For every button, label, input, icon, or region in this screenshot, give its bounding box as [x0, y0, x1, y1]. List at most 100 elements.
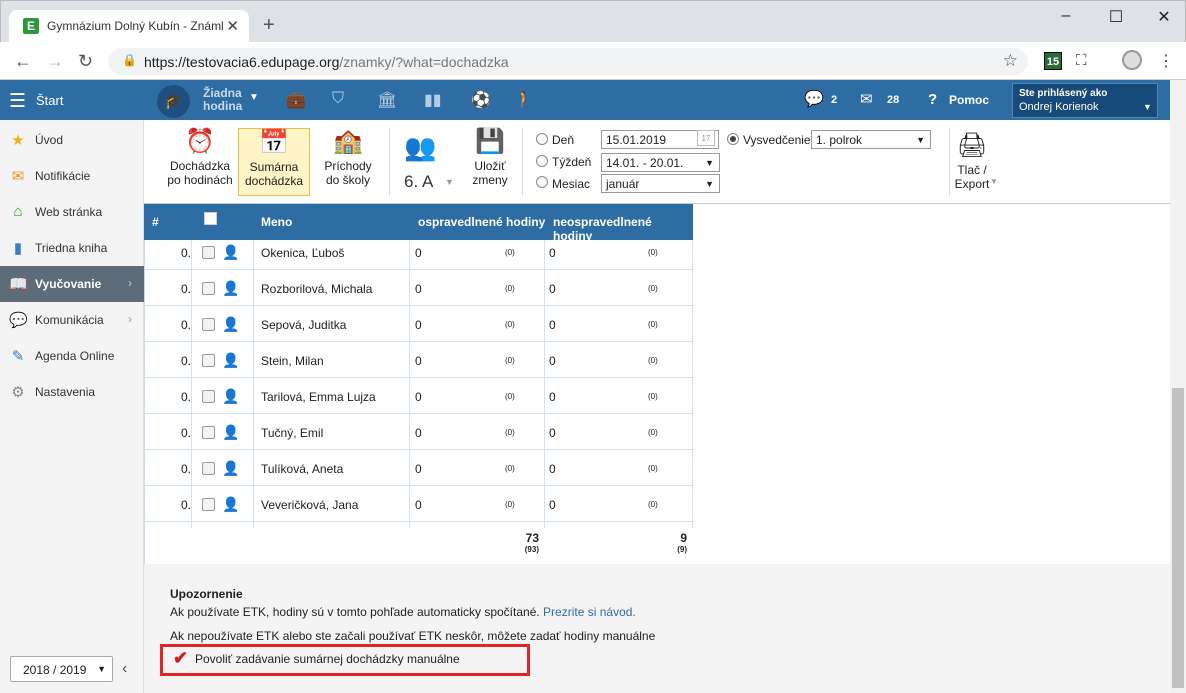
- row-checkbox[interactable]: [202, 498, 215, 511]
- excused-hours[interactable]: 0: [415, 318, 422, 332]
- browser-menu-icon[interactable]: ⋮: [1158, 51, 1174, 71]
- student-name[interactable]: Okenica, Ľuboš: [261, 246, 344, 260]
- radio-week[interactable]: [536, 155, 548, 167]
- report-period-select[interactable]: 1. polrok ▼: [811, 130, 931, 149]
- mail-count[interactable]: 28: [887, 94, 899, 106]
- bar-chart-icon[interactable]: ▮▮: [424, 90, 442, 110]
- radio-month-label[interactable]: Mesiac: [552, 177, 590, 191]
- row-checkbox[interactable]: [202, 282, 215, 295]
- excused-hours[interactable]: 0: [415, 462, 422, 476]
- window-close-icon[interactable]: ✕: [1149, 7, 1179, 27]
- help-link[interactable]: Pomoc: [949, 93, 989, 107]
- chat-bubbles-icon[interactable]: 💬: [804, 89, 824, 109]
- row-checkbox[interactable]: [202, 426, 215, 439]
- excused-hours[interactable]: 0: [415, 390, 422, 404]
- scrollbar-thumb[interactable]: [1172, 388, 1184, 688]
- messages-count[interactable]: 2: [831, 94, 837, 106]
- student-name[interactable]: Sepová, Juditka: [261, 318, 346, 332]
- manual-entry-checkbox-label[interactable]: Povoliť zadávanie sumárnej dochádzky man…: [195, 652, 460, 666]
- student-name[interactable]: Tulíková, Aneta: [261, 462, 343, 476]
- calendar-picker-icon[interactable]: 17: [697, 130, 715, 146]
- excused-hours[interactable]: 0: [415, 282, 422, 296]
- table-row[interactable]: 0. 👤 Tučný, Emil 0 (0) 0 (0): [145, 414, 694, 450]
- sidebar-item-agenda-online[interactable]: ✎ Agenda Online: [0, 338, 144, 374]
- unexcused-hours[interactable]: 0: [549, 498, 556, 512]
- sidebar-item-web-stranka[interactable]: ⌂ Web stránka: [0, 194, 144, 230]
- hiking-icon[interactable]: 🚶: [514, 90, 534, 110]
- hourly-attendance-button[interactable]: ⏰ Dochádzka po hodinách: [164, 128, 236, 196]
- chevron-down-icon[interactable]: ▼: [249, 92, 259, 103]
- radio-day-label[interactable]: Deň: [552, 133, 574, 147]
- row-checkbox[interactable]: [202, 246, 215, 259]
- table-row[interactable]: 0. 👤 Tarilová, Emma Lujza 0 (0) 0 (0): [145, 378, 694, 414]
- bank-icon[interactable]: 🏛: [377, 90, 397, 110]
- guide-link[interactable]: Prezrite si návod.: [543, 605, 636, 619]
- radio-month[interactable]: [536, 176, 548, 188]
- excused-hours[interactable]: 0: [415, 498, 422, 512]
- week-select[interactable]: 14.01. - 20.01. ▼: [601, 153, 720, 172]
- unexcused-hours[interactable]: 0: [549, 354, 556, 368]
- maximize-icon[interactable]: ☐: [1101, 7, 1131, 27]
- calendar-extension-icon[interactable]: 15: [1044, 52, 1062, 70]
- unexcused-hours[interactable]: 0: [549, 318, 556, 332]
- new-tab-icon[interactable]: +: [263, 14, 275, 37]
- row-checkbox[interactable]: [202, 354, 215, 367]
- unexcused-hours[interactable]: 0: [549, 426, 556, 440]
- summary-attendance-button[interactable]: 📅 Sumárna dochádzka: [238, 128, 310, 196]
- student-name[interactable]: Tučný, Emil: [261, 426, 323, 440]
- table-row[interactable]: 0. 👤 Veveričková, Jana 0 (0) 0 (0): [145, 486, 694, 522]
- column-header-excused[interactable]: ospravedlnené hodiny: [418, 215, 545, 229]
- shield-icon[interactable]: ⛉: [332, 90, 344, 108]
- profile-avatar-icon[interactable]: [1122, 50, 1142, 70]
- student-name[interactable]: Stein, Milan: [261, 354, 324, 368]
- school-year-select[interactable]: 2018 / 2019 ▼: [10, 656, 113, 682]
- start-link[interactable]: Štart: [36, 93, 63, 108]
- radio-week-label[interactable]: Týždeň: [552, 155, 591, 169]
- school-arrivals-button[interactable]: 🏫 Príchody do školy: [314, 128, 382, 196]
- hamburger-menu-icon[interactable]: ☰: [9, 90, 26, 113]
- extension-icon[interactable]: ⛶: [1076, 52, 1087, 69]
- column-header-name[interactable]: Meno: [261, 215, 292, 229]
- row-checkbox[interactable]: [202, 390, 215, 403]
- sidebar-item-nastavenia[interactable]: ⚙ Nastavenia: [0, 374, 144, 410]
- unexcused-hours[interactable]: 0: [549, 462, 556, 476]
- unexcused-hours[interactable]: 0: [549, 246, 556, 260]
- excused-hours[interactable]: 0: [415, 426, 422, 440]
- bookmark-star-icon[interactable]: ☆: [1003, 51, 1018, 71]
- minimize-icon[interactable]: –: [1051, 7, 1081, 25]
- student-name[interactable]: Veveričková, Jana: [261, 498, 358, 512]
- help-question-icon[interactable]: ?: [928, 91, 937, 108]
- tab-close-icon[interactable]: ✕: [226, 17, 239, 35]
- url-bar[interactable]: 🔒 https://testovacia6.edupage.org/znamky…: [108, 48, 1028, 75]
- back-icon[interactable]: ←: [14, 51, 32, 72]
- forward-icon[interactable]: →: [46, 51, 64, 72]
- briefcase-icon[interactable]: 💼: [286, 90, 306, 110]
- user-menu[interactable]: Ste prihlásený ako Ondrej Korienok ▼: [1012, 83, 1158, 118]
- table-row[interactable]: 0. 👤 Sepová, Juditka 0 (0) 0 (0): [145, 306, 694, 342]
- excused-hours[interactable]: 0: [415, 246, 422, 260]
- radio-report-card-label[interactable]: Vysvedčenie: [743, 133, 811, 147]
- row-checkbox[interactable]: [202, 462, 215, 475]
- class-selector[interactable]: 6. A: [404, 172, 433, 192]
- select-all-checkbox[interactable]: [204, 212, 217, 225]
- unexcused-hours[interactable]: 0: [549, 390, 556, 404]
- month-select[interactable]: január ▼: [601, 174, 720, 193]
- current-hour-selector[interactable]: Žiadna hodina: [203, 87, 242, 113]
- student-name[interactable]: Rozborilová, Michala: [261, 282, 372, 296]
- row-checkbox[interactable]: [202, 318, 215, 331]
- chevron-down-icon[interactable]: ▼: [990, 177, 998, 186]
- soccer-ball-icon[interactable]: ⚽: [471, 90, 491, 110]
- sidebar-item-vyucovanie[interactable]: 📖 Vyučovanie ›: [0, 266, 144, 302]
- mail-icon[interactable]: ✉: [860, 90, 873, 108]
- save-changes-button[interactable]: 💾 Uložiť zmeny: [464, 128, 516, 196]
- print-export-button[interactable]: 🖨 Tlač / Export: [944, 132, 1000, 200]
- excused-hours[interactable]: 0: [415, 354, 422, 368]
- table-row[interactable]: 0. 👤 Rozborilová, Michala 0 (0) 0 (0): [145, 270, 694, 306]
- reload-icon[interactable]: ↻: [78, 51, 93, 72]
- radio-day[interactable]: [536, 133, 548, 145]
- chevron-down-icon[interactable]: ▼: [445, 177, 454, 187]
- table-row[interactable]: 0. 👤 Stein, Milan 0 (0) 0 (0): [145, 342, 694, 378]
- sidebar-item-komunikacia[interactable]: 💬 Komunikácia ›: [0, 302, 144, 338]
- student-name[interactable]: Tarilová, Emma Lujza: [261, 390, 376, 404]
- collapse-sidebar-icon[interactable]: ‹: [122, 660, 127, 678]
